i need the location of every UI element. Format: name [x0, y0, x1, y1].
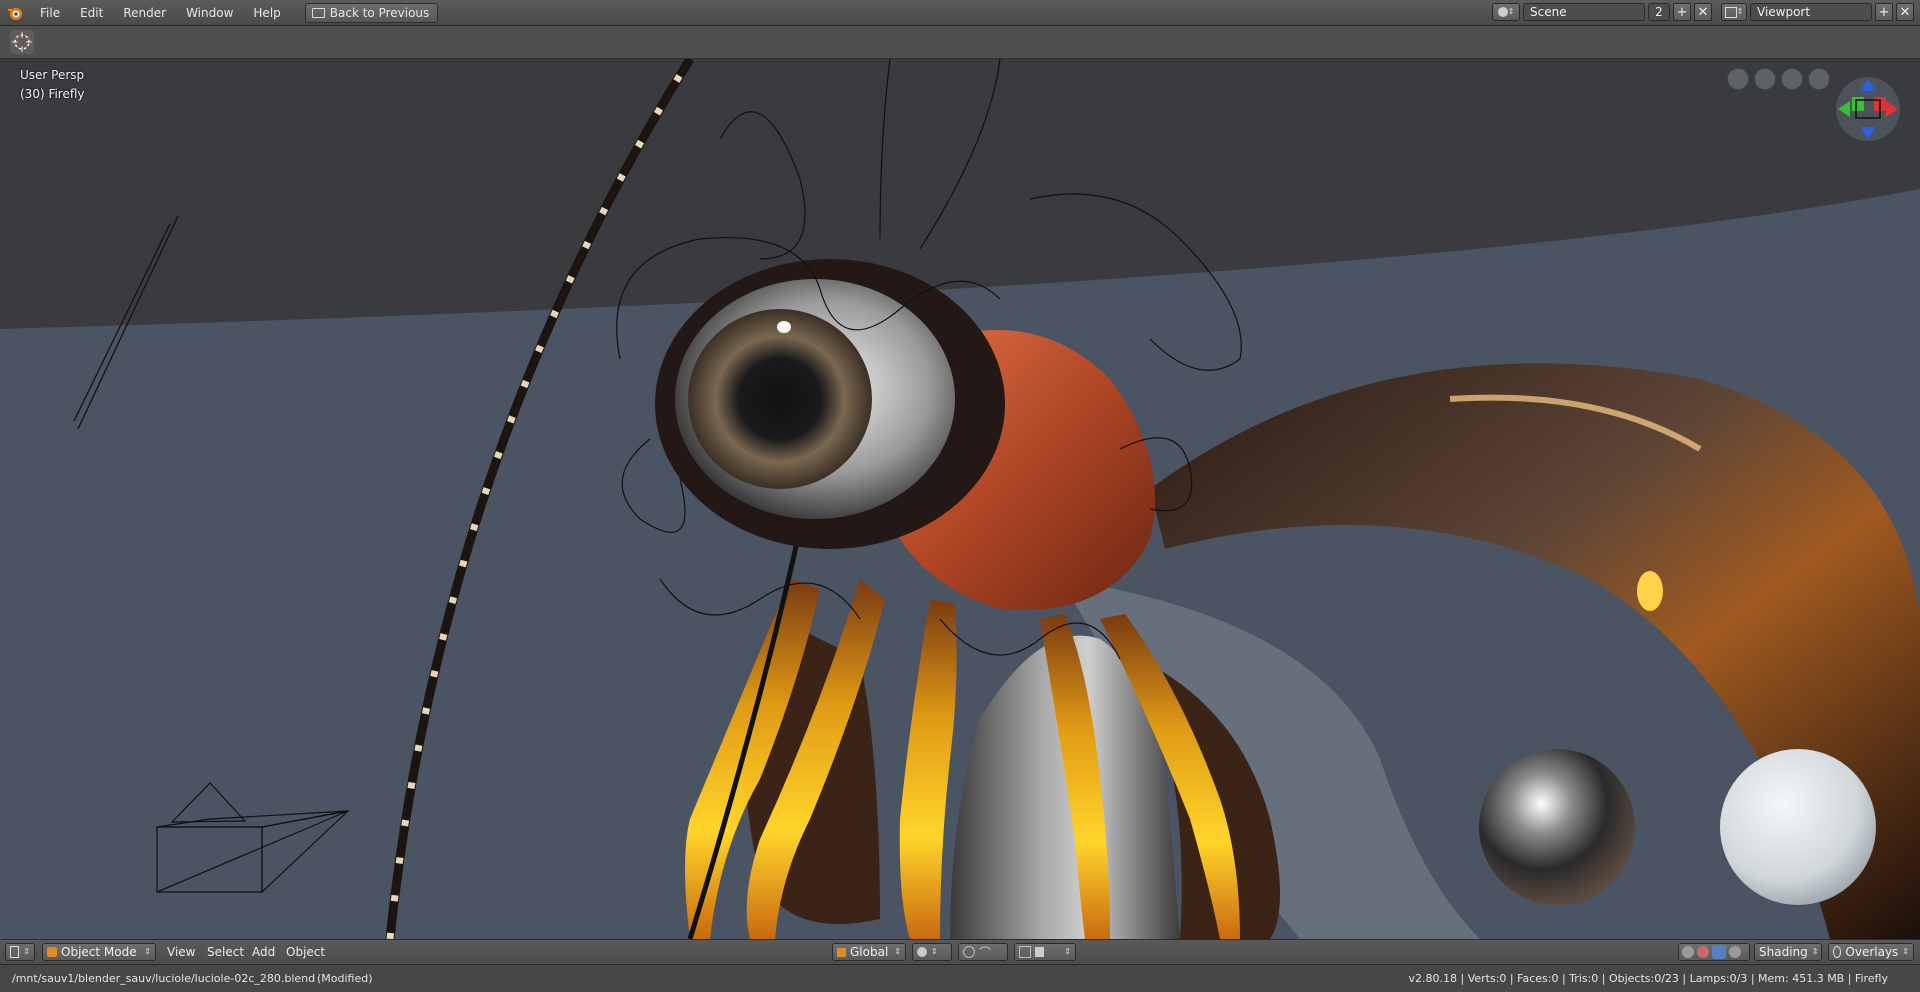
dropdown-arrow-icon: ⇕: [1736, 7, 1744, 16]
wireframe-shading-icon[interactable]: [1682, 946, 1694, 958]
proportional-icon: [1019, 946, 1031, 958]
scene-workspace-selectors: ⇕ Scene 2 + ✕ ⇕ Viewport + ✕: [1492, 3, 1914, 21]
active-object-label: (30) Firefly: [20, 87, 85, 101]
plus-icon: +: [1878, 4, 1890, 20]
workspace-name-field[interactable]: Viewport: [1750, 3, 1872, 21]
workspace-name: Viewport: [1757, 5, 1811, 19]
lookdev-shading-icon[interactable]: [1712, 945, 1726, 959]
modified-indicator: (Modified): [317, 972, 373, 985]
plus-icon: +: [1676, 4, 1688, 20]
blender-logo-icon[interactable]: [6, 4, 24, 22]
zoom-icon[interactable]: [1754, 68, 1776, 90]
cursor-tool-button[interactable]: [10, 30, 34, 54]
dropdown-arrow-icon: ⇕: [894, 947, 901, 956]
overlays-label: Overlays: [1845, 945, 1899, 959]
orientation-label: Global: [850, 945, 889, 959]
scene-name: Scene: [1530, 5, 1567, 19]
scene-statistics: v2.80.18 | Verts:0 | Faces:0 | Tris:0 | …: [1408, 972, 1888, 985]
snap-curve-icon: ⌒: [979, 945, 992, 960]
pan-icon[interactable]: [1781, 68, 1803, 90]
menu-select[interactable]: Select: [207, 940, 244, 964]
status-bar: /mnt/sauv1/blender_sauv/luciole/luciole-…: [0, 965, 1920, 992]
solid-shading-icon[interactable]: [1697, 946, 1709, 958]
scene-users-value: 2: [1655, 5, 1663, 19]
file-path: /mnt/sauv1/blender_sauv/luciole/luciole-…: [12, 972, 316, 985]
menu-view[interactable]: View: [167, 940, 195, 964]
dropdown-arrow-icon: ⇕: [1902, 947, 1909, 956]
dropdown-arrow-icon: ⇕: [144, 947, 151, 956]
dropdown-arrow-icon: ⇕: [931, 947, 938, 956]
scene-icon: [1497, 7, 1508, 17]
back-to-previous-button[interactable]: Back to Previous: [304, 2, 439, 23]
overlays-popover[interactable]: Overlays ⇕: [1828, 943, 1914, 961]
view-name-label: User Persp: [20, 68, 85, 82]
mode-selector[interactable]: Object Mode ⇕: [42, 943, 156, 961]
delete-workspace-button[interactable]: ✕: [1896, 3, 1914, 21]
transform-orientation-selector[interactable]: Global ⇕: [832, 943, 906, 961]
navigation-gizmo-icon[interactable]: [1834, 75, 1902, 143]
snap-icon: [963, 946, 975, 958]
overlays-icon: [1833, 946, 1842, 958]
dropdown-arrow-icon: ⇕: [1811, 947, 1819, 956]
pivot-point-selector[interactable]: ⇕: [912, 943, 952, 961]
orientation-icon: [837, 947, 846, 957]
scene-users-count: 2: [1648, 3, 1670, 21]
scene-browse-button[interactable]: ⇕: [1492, 3, 1520, 21]
close-icon: ✕: [1899, 4, 1911, 20]
add-scene-button[interactable]: +: [1673, 3, 1691, 21]
3d-viewport[interactable]: User Persp (30) Firefly: [0, 59, 1920, 939]
menu-file[interactable]: File: [30, 0, 70, 26]
snap-target-icon: [1035, 947, 1044, 957]
workspace-browse-button[interactable]: ⇕: [1721, 3, 1747, 21]
object-mode-icon: [47, 947, 57, 957]
close-icon: ✕: [1697, 4, 1709, 20]
menu-window[interactable]: Window: [176, 0, 243, 26]
menu-render[interactable]: Render: [113, 0, 176, 26]
menu-add[interactable]: Add: [252, 940, 275, 964]
camera-view-icon[interactable]: [1727, 68, 1749, 90]
shading-popover[interactable]: Shading ⇕: [1754, 943, 1822, 961]
viewport-header: ⇕ Object Mode ⇕ View Select Add Object G…: [0, 939, 1920, 965]
mode-label: Object Mode: [61, 945, 137, 959]
add-workspace-button[interactable]: +: [1875, 3, 1893, 21]
delete-scene-button[interactable]: ✕: [1694, 3, 1712, 21]
pivot-icon: [917, 947, 927, 957]
screen-layout-icon: [1724, 6, 1737, 18]
snap-toggle[interactable]: ⌒: [958, 943, 1008, 961]
menu-help[interactable]: Help: [243, 0, 290, 26]
back-to-previous-label: Back to Previous: [329, 5, 430, 20]
fullscreen-back-icon: [311, 7, 325, 18]
perspective-toggle-icon[interactable]: [1808, 68, 1830, 90]
dropdown-arrow-icon: ⇕: [1507, 7, 1515, 16]
3d-cursor-icon: [12, 32, 32, 52]
top-menu-bar: File Edit Render Window Help Back to Pre…: [0, 0, 1920, 26]
menu-edit[interactable]: Edit: [70, 0, 113, 26]
viewport-render: [0, 59, 1920, 939]
rendered-shading-icon[interactable]: [1729, 946, 1741, 958]
editor-type-selector[interactable]: ⇕: [5, 943, 35, 961]
menu-object[interactable]: Object: [286, 940, 325, 964]
3d-view-icon: [10, 946, 20, 958]
scene-name-field[interactable]: Scene: [1523, 3, 1645, 21]
shading-label: Shading: [1759, 945, 1808, 959]
dropdown-arrow-icon: ⇕: [23, 947, 30, 956]
proportional-editing-toggle[interactable]: ⇕: [1014, 943, 1076, 961]
tool-settings-strip: [0, 26, 1920, 59]
shading-mode-buttons[interactable]: [1678, 943, 1750, 961]
dropdown-arrow-icon: ⇕: [1064, 947, 1071, 956]
